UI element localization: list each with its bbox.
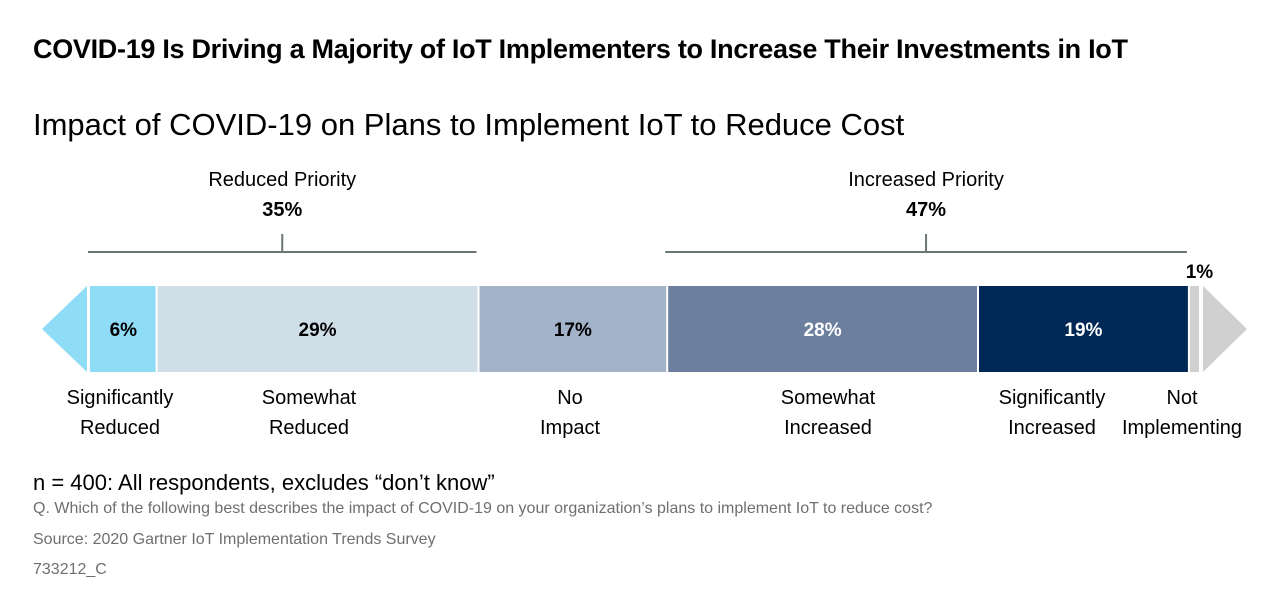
category-label: Somewhat Increased	[780, 387, 876, 439]
bar-segment-5	[1189, 286, 1199, 372]
data-label-3: 28%	[804, 320, 842, 341]
right-arrow-icon	[1203, 286, 1247, 372]
data-label-5: 1%	[1186, 262, 1214, 283]
figure-id: 733212_C	[33, 561, 107, 578]
source-note: Source: 2020 Gartner IoT Implementation …	[33, 531, 436, 548]
data-label-0: 6%	[110, 320, 138, 341]
data-label-1: 29%	[299, 320, 337, 341]
question-note: Q. Which of the following best describes…	[33, 500, 933, 517]
left-arrow-icon	[42, 286, 87, 372]
category-label: No Impact	[539, 387, 601, 439]
sample-note: n = 400: All respondents, excludes “don’…	[33, 470, 495, 495]
data-label-2: 17%	[554, 320, 592, 341]
category-label: Significantly Reduced	[66, 387, 174, 439]
category-label: Not Implementing	[1121, 387, 1243, 439]
category-label: Significantly Increased	[998, 387, 1106, 439]
category-label: Somewhat Reduced	[261, 387, 357, 439]
data-label-4: 19%	[1064, 320, 1102, 341]
